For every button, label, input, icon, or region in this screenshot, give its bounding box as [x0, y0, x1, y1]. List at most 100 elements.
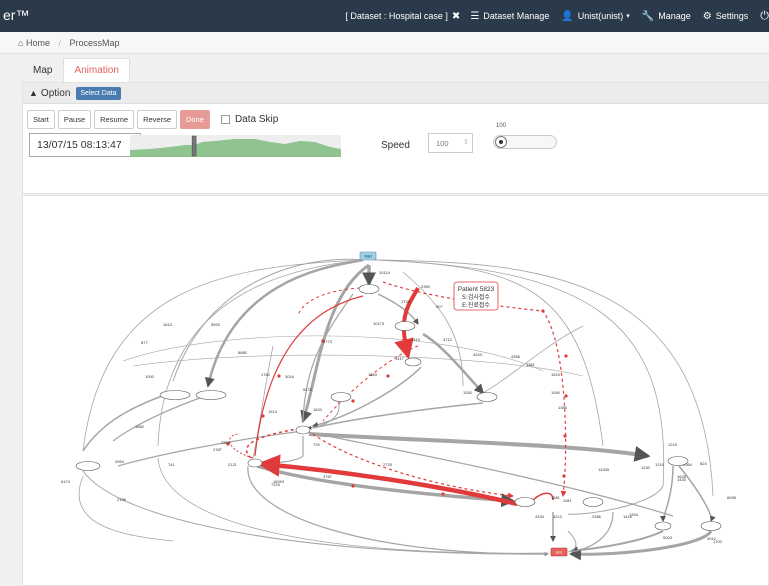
- edge-count-label: 1198: [551, 390, 560, 395]
- app-brand[interactable]: er™: [3, 7, 29, 23]
- edge-count-label: 1515: [551, 372, 561, 377]
- timeline-handle[interactable]: [191, 135, 197, 157]
- edge-count-label: 3787: [323, 474, 333, 479]
- edge-count-label: 1700: [713, 539, 723, 544]
- process-node[interactable]: [667, 456, 689, 466]
- process-node[interactable]: [358, 284, 380, 294]
- patient-tooltip: Patient 5823 S:검사접수 E:진료접수: [453, 281, 499, 311]
- resume-button[interactable]: Resume: [94, 110, 135, 129]
- start-button[interactable]: Start: [27, 110, 55, 129]
- chevron-up-icon: ▲: [29, 88, 38, 98]
- edge-count-label: 2787: [213, 447, 223, 452]
- data-skip-checkbox[interactable]: Data Skip: [220, 114, 278, 125]
- edge-count-label: 1417: [395, 356, 405, 361]
- option-header[interactable]: ▲ Option Select Data: [23, 83, 768, 104]
- settings-link[interactable]: ⚙ Settings: [703, 11, 749, 22]
- patient-start-activity: S:검사접수: [462, 293, 490, 301]
- edge-count-label: 877: [141, 340, 148, 345]
- process-node[interactable]: [159, 390, 191, 400]
- process-node[interactable]: [654, 521, 672, 531]
- breadcrumb-current: ProcessMap: [69, 38, 120, 48]
- edge-count-label: 4213: [553, 514, 563, 519]
- edge-count-label: 2136: [117, 497, 127, 502]
- end-node-label: End: [556, 550, 562, 554]
- timeline-scrubber[interactable]: [130, 135, 341, 157]
- process-node[interactable]: [582, 497, 604, 507]
- tab-animation[interactable]: Animation: [63, 58, 130, 82]
- edge-count-label: 5880: [238, 350, 248, 355]
- edge-count-label: 907: [436, 304, 443, 309]
- timeline-graph: [130, 135, 341, 157]
- process-node[interactable]: [75, 461, 101, 471]
- edge-count-label: 824: [700, 461, 707, 466]
- database-icon: ☰: [470, 10, 480, 22]
- close-dataset-icon[interactable]: ✖: [452, 11, 460, 22]
- edge-count-label: 16093: [273, 479, 285, 484]
- process-node[interactable]: [514, 497, 536, 507]
- settings-label: Settings: [715, 11, 749, 21]
- select-data-button[interactable]: Select Data: [76, 86, 121, 100]
- edge-count-label: 1416: [623, 514, 633, 519]
- process-node[interactable]: [700, 521, 722, 531]
- option-panel: ▲ Option Select Data Start Pause Resume …: [22, 82, 769, 194]
- process-node[interactable]: [247, 458, 263, 468]
- edge-count-label: 1215: [668, 442, 678, 447]
- edge-count-label: 1240: [641, 465, 651, 470]
- animation-controls: Start Pause Resume Reverse Done Data Ski…: [27, 110, 278, 129]
- edge-count-label: 1581: [551, 495, 561, 500]
- process-node[interactable]: [295, 425, 311, 435]
- edge-count-label: 1000: [145, 374, 155, 379]
- edge-count-label: 6098: [727, 495, 737, 500]
- speed-slider[interactable]: [493, 135, 557, 149]
- edge-count-label: 725: [313, 442, 320, 447]
- edge-count-label: 4356: [511, 354, 521, 359]
- dataset-manage-link[interactable]: ☰ Dataset Manage: [470, 11, 549, 22]
- manage-link[interactable]: 🔧 Manage: [642, 11, 691, 22]
- slider-knob[interactable]: [495, 136, 507, 148]
- edge-count-label: 2121: [228, 462, 238, 467]
- reverse-button[interactable]: Reverse: [137, 110, 177, 129]
- edge-count-label: 2954: [115, 459, 125, 464]
- power-button[interactable]: ⏻: [760, 10, 769, 23]
- process-node[interactable]: [330, 392, 352, 402]
- speed-label: Speed: [381, 140, 410, 151]
- slider-max-label: 100: [496, 123, 507, 129]
- process-map: 10114 2350 1729 907 10173 1419 3712 3773 1417 166…: [61, 251, 737, 561]
- user-icon: 👤: [561, 10, 574, 22]
- gear-icon: ⚙: [702, 10, 712, 22]
- navbar-menu: [ Dataset : Hospital case ] ✖ ☰ Dataset …: [345, 0, 769, 32]
- edge-count-label: 1181: [563, 498, 572, 503]
- breadcrumb: ⌂ Home / ProcessMap: [0, 32, 769, 54]
- edge-count-label: 741: [168, 462, 175, 467]
- edge-count-label: 5003: [663, 535, 673, 540]
- manage-label: Manage: [658, 11, 691, 21]
- dataset-indicator: [ Dataset : Hospital case ] ✖: [345, 11, 460, 22]
- edge-count-label: 3712: [443, 337, 453, 342]
- edge-count-label: 3016: [285, 374, 295, 379]
- breadcrumb-home[interactable]: Home: [26, 38, 50, 48]
- pause-button[interactable]: Pause: [57, 110, 92, 129]
- power-icon: ⏻: [760, 9, 769, 22]
- caret-down-icon: ▾: [626, 13, 630, 20]
- edge-count-label: 5553: [211, 322, 221, 327]
- edge-count-label: 10173: [373, 321, 385, 326]
- nodes: Start End: [75, 251, 722, 557]
- current-time-display: 13/07/15 08:13:47: [29, 133, 141, 157]
- edge-count-label: 6174: [61, 479, 71, 484]
- process-node[interactable]: [404, 357, 422, 367]
- edge-count-label: 1282: [463, 390, 473, 395]
- process-node[interactable]: [394, 321, 416, 331]
- end-node[interactable]: End: [550, 547, 568, 557]
- process-node[interactable]: [195, 390, 227, 400]
- timeline-area: [130, 139, 341, 157]
- user-menu[interactable]: 👤 Unist(unist) ▾: [561, 11, 629, 22]
- done-button[interactable]: Done: [180, 110, 210, 129]
- process-node[interactable]: [476, 392, 498, 402]
- speed-input[interactable]: 100 ⇕: [428, 133, 473, 153]
- start-node[interactable]: Start: [359, 251, 377, 261]
- tab-map[interactable]: Map: [22, 58, 63, 82]
- checkbox-box[interactable]: [220, 115, 230, 124]
- process-map-panel: 10114 2350 1729 907 10173 1419 3712 3773 1417 166…: [22, 195, 769, 586]
- spinner-icon[interactable]: ⇕: [463, 138, 469, 146]
- home-icon: ⌂: [18, 38, 24, 48]
